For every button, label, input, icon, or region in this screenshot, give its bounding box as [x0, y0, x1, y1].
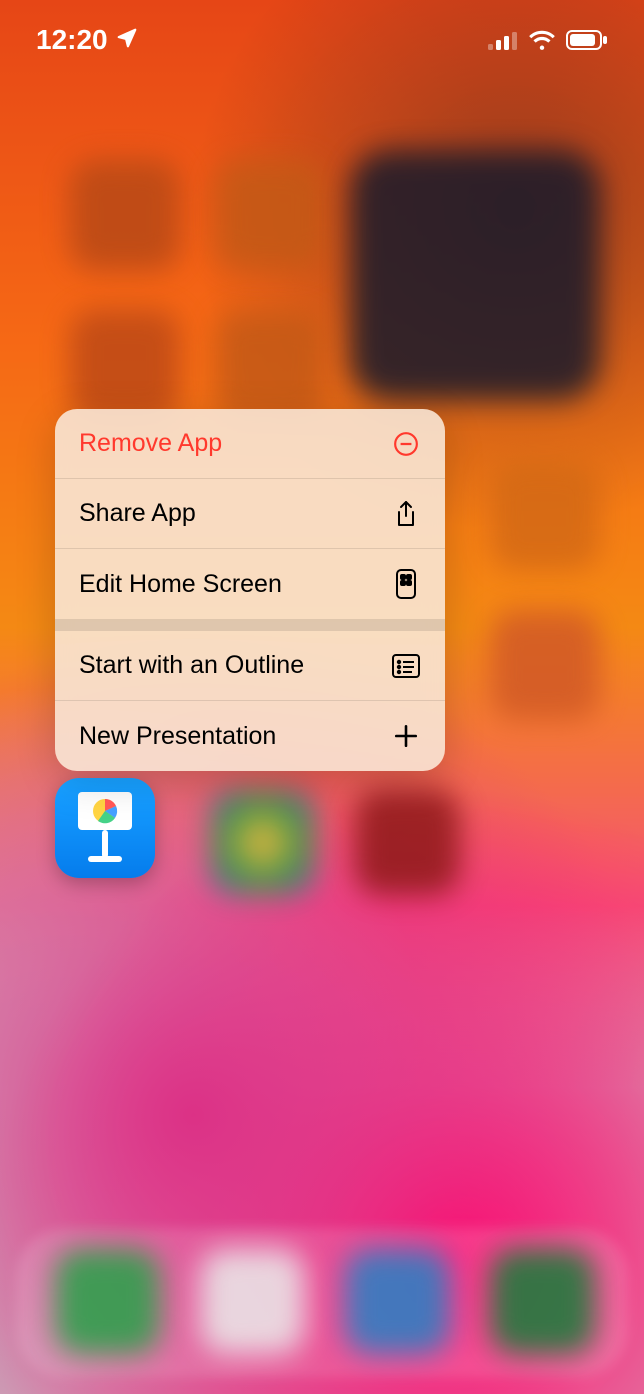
battery-icon — [566, 30, 608, 50]
home-screen: 12:20 — [0, 0, 644, 1394]
bg-blur-icon — [490, 460, 600, 570]
keynote-app-icon[interactable] — [55, 778, 155, 878]
dock-app-blur — [55, 1249, 160, 1354]
new-presentation-item[interactable]: New Presentation — [55, 701, 445, 771]
bg-blur-icon — [215, 310, 325, 420]
keynote-glyph-icon — [70, 788, 140, 868]
bg-blur-icon — [210, 790, 315, 895]
status-bar: 12:20 — [0, 0, 644, 70]
bg-blur-widget — [350, 150, 600, 400]
remove-icon — [391, 429, 421, 459]
menu-item-label: Share App — [79, 499, 196, 528]
dock-app-blur — [345, 1249, 450, 1354]
share-icon — [391, 499, 421, 529]
bg-blur-icon — [215, 160, 325, 270]
bg-blur-icon — [355, 790, 460, 895]
share-app-item[interactable]: Share App — [55, 479, 445, 549]
remove-app-item[interactable]: Remove App — [55, 409, 445, 479]
plus-icon — [391, 721, 421, 751]
bg-blur-icon — [70, 160, 180, 270]
status-time: 12:20 — [36, 24, 108, 56]
dock-app-blur — [200, 1249, 305, 1354]
menu-item-label: New Presentation — [79, 722, 276, 751]
status-right — [488, 29, 608, 51]
menu-item-label: Start with an Outline — [79, 651, 304, 680]
wifi-icon — [528, 29, 556, 51]
location-icon — [116, 24, 138, 56]
outline-icon — [391, 651, 421, 681]
dock-app-blur — [490, 1249, 595, 1354]
menu-item-label: Remove App — [79, 429, 222, 458]
start-outline-item[interactable]: Start with an Outline — [55, 631, 445, 701]
menu-item-label: Edit Home Screen — [79, 570, 282, 599]
bg-blur-icon — [490, 610, 600, 720]
apps-icon — [391, 569, 421, 599]
menu-separator — [55, 619, 445, 631]
edit-home-screen-item[interactable]: Edit Home Screen — [55, 549, 445, 619]
cellular-icon — [488, 30, 518, 50]
app-context-menu: Remove App Share App Edit Home Screen — [55, 409, 445, 771]
status-left: 12:20 — [36, 24, 138, 56]
bg-blur-icon — [70, 310, 180, 420]
